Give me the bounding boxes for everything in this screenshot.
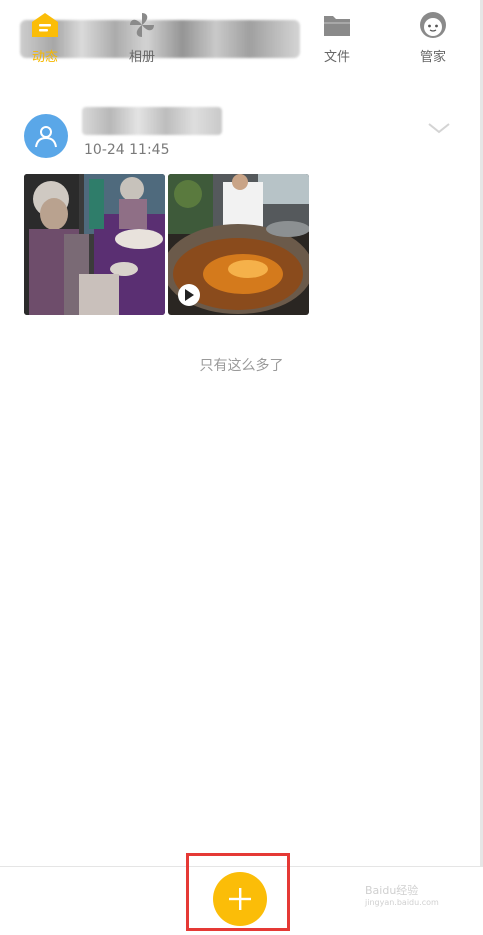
screen: 10-24 11:45 只有这么多了 动态 相册 文件 管家 Baidu经验 j… — [0, 0, 483, 935]
nav-label-manager: 管家 — [419, 50, 446, 65]
nav-label-album: 相册 — [128, 50, 155, 65]
nav-item-manager[interactable]: 管家 — [393, 10, 473, 66]
photo-image — [24, 174, 165, 315]
pinwheel-album-icon — [127, 10, 157, 40]
feed-icon — [30, 10, 60, 40]
nav-item-album[interactable]: 相册 — [102, 10, 182, 66]
folder-icon — [322, 10, 352, 40]
nav-label-files: 文件 — [323, 50, 350, 65]
nav-item-files[interactable]: 文件 — [297, 10, 377, 66]
watermark-line-1: Baidu经验 — [365, 884, 419, 897]
butler-avatar-icon — [418, 10, 448, 40]
end-of-feed-message: 只有这么多了 — [199, 358, 284, 374]
play-icon[interactable] — [178, 284, 200, 306]
chevron-down-icon[interactable] — [426, 118, 452, 138]
post-time: 10-24 11:45 — [84, 142, 170, 158]
nav-item-feed[interactable]: 动态 — [5, 10, 85, 66]
watermark-line-2: jingyan.baidu.com — [365, 898, 439, 907]
person-icon — [35, 126, 57, 148]
nav-label-feed: 动态 — [31, 50, 58, 65]
watermark: Baidu经验 jingyan.baidu.com — [365, 885, 439, 909]
photo-thumbnail[interactable] — [24, 174, 165, 315]
video-thumbnail[interactable] — [168, 174, 309, 315]
blurred-username — [82, 107, 222, 135]
annotation-highlight-box — [186, 853, 290, 931]
user-avatar[interactable] — [24, 114, 68, 158]
